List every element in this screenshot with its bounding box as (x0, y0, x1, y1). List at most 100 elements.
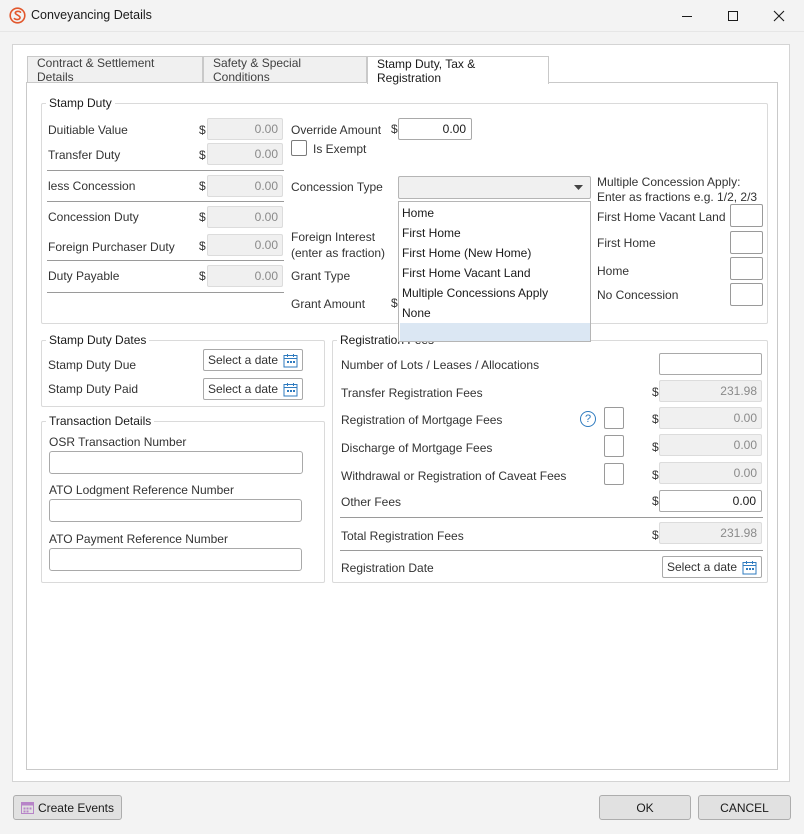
currency-symbol: $ (199, 239, 206, 253)
foreign-purchaser-duty-field: 0.00 (207, 234, 283, 256)
osr-transaction-label: OSR Transaction Number (49, 435, 187, 449)
divider (47, 170, 284, 171)
grant-type-label: Grant Type (291, 269, 351, 283)
date-placeholder: Select a date (208, 353, 279, 367)
foreign-purchaser-duty-label: Foreign Purchaser Duty (48, 240, 175, 254)
foreign-interest-label: Foreign Interest (291, 230, 376, 244)
calendar-events-icon (20, 802, 34, 814)
override-amount-label: Override Amount (291, 123, 382, 137)
stamp-duty-paid-label: Stamp Duty Paid (48, 382, 139, 396)
minimize-button[interactable] (664, 0, 710, 31)
tab-safety-special-conditions[interactable]: Safety & Special Conditions (203, 56, 367, 84)
divider (340, 550, 763, 551)
concession-home-label: Home (597, 264, 630, 278)
ato-payment-label: ATO Payment Reference Number (49, 532, 228, 546)
total-registration-field: 231.98 (659, 522, 762, 544)
calendar-icon[interactable] (283, 382, 298, 397)
caveat-fees-checkbox[interactable] (604, 463, 624, 485)
dropdown-option-home[interactable]: Home (402, 206, 434, 220)
tab-stamp-duty-tax-registration[interactable]: Stamp Duty, Tax & Registration (367, 56, 549, 85)
stamp-duty-group-title: Stamp Duty (46, 96, 115, 110)
total-registration-label: Total Registration Fees (341, 529, 464, 543)
lots-leases-input[interactable] (659, 353, 762, 375)
concession-duty-field: 0.00 (207, 206, 283, 228)
less-concession-field: 0.00 (207, 175, 283, 197)
minimize-icon (682, 15, 692, 17)
multiple-concession-hint: Enter as fractions e.g. 1/2, 2/3 (597, 190, 758, 204)
ato-lodgment-input[interactable] (49, 499, 302, 522)
transaction-details-title: Transaction Details (46, 414, 155, 428)
grant-amount-label: Grant Amount (291, 297, 366, 311)
concession-none-input[interactable] (730, 283, 763, 306)
ato-payment-input[interactable] (49, 548, 302, 571)
ato-lodgment-label: ATO Lodgment Reference Number (49, 483, 234, 497)
is-exempt-checkbox[interactable] (291, 140, 307, 156)
app-logo-icon (9, 7, 26, 24)
other-fees-input[interactable]: 0.00 (659, 490, 762, 512)
concession-type-label: Concession Type (291, 180, 383, 194)
tab-contract-settlement[interactable]: Contract & Settlement Details (27, 56, 203, 84)
create-events-button[interactable]: Create Events (13, 795, 122, 820)
dropdown-option-empty-selected[interactable] (400, 323, 590, 341)
osr-transaction-input[interactable] (49, 451, 303, 474)
currency-symbol: $ (652, 468, 659, 482)
currency-symbol: $ (199, 179, 206, 193)
dutiable-value-field: 0.00 (207, 118, 283, 140)
currency-symbol: $ (199, 123, 206, 137)
concession-home-input[interactable] (730, 257, 763, 280)
registration-date-datepicker[interactable]: Select a date (662, 556, 762, 578)
dropdown-option-first-home-vacant-land[interactable]: First Home Vacant Land (402, 266, 531, 280)
stamp-duty-due-label: Stamp Duty Due (48, 358, 137, 372)
discharge-mortgage-field: 0.00 (659, 434, 762, 456)
currency-symbol: $ (391, 122, 398, 136)
currency-symbol: $ (652, 385, 659, 399)
maximize-icon (728, 10, 738, 21)
divider (47, 201, 284, 202)
other-fees-label: Other Fees (341, 495, 402, 509)
maximize-button[interactable] (710, 0, 756, 31)
lots-leases-label: Number of Lots / Leases / Allocations (341, 358, 540, 372)
concession-first-home-vacant-land-input[interactable] (730, 204, 763, 227)
currency-symbol: $ (652, 528, 659, 542)
create-events-label: Create Events (37, 800, 115, 815)
help-icon[interactable]: ? (580, 411, 596, 427)
dropdown-option-multiple-concessions[interactable]: Multiple Concessions Apply (402, 286, 548, 300)
stamp-duty-paid-datepicker[interactable]: Select a date (203, 378, 303, 400)
dutiable-value-label: Duitiable Value (48, 123, 128, 137)
less-concession-label: less Concession (48, 179, 136, 193)
mortgage-registration-checkbox[interactable] (604, 407, 624, 429)
currency-symbol: $ (391, 296, 398, 310)
dropdown-option-first-home[interactable]: First Home (402, 226, 461, 240)
concession-first-home-input[interactable] (730, 231, 763, 254)
currency-symbol: $ (652, 440, 659, 454)
registration-date-label: Registration Date (341, 561, 434, 575)
cancel-button[interactable]: CANCEL (698, 795, 791, 820)
window-title: Conveyancing Details (31, 8, 152, 22)
currency-symbol: $ (199, 148, 206, 162)
dropdown-option-first-home-new[interactable]: First Home (New Home) (402, 246, 531, 260)
override-amount-input[interactable]: 0.00 (398, 118, 472, 140)
currency-symbol: $ (652, 494, 659, 508)
concession-first-home-label: First Home (597, 236, 656, 250)
calendar-icon[interactable] (283, 353, 298, 368)
concession-none-label: No Concession (597, 288, 679, 302)
close-button[interactable] (756, 0, 802, 31)
dropdown-option-none[interactable]: None (402, 306, 431, 320)
stamp-duty-due-datepicker[interactable]: Select a date (203, 349, 303, 371)
date-placeholder: Select a date (208, 382, 279, 396)
multiple-concession-title: Multiple Concession Apply: (597, 175, 741, 189)
concession-type-dropdown: Home First Home First Home (New Home) Fi… (398, 201, 591, 342)
calendar-icon[interactable] (742, 560, 757, 575)
divider (47, 260, 284, 261)
transfer-registration-label: Transfer Registration Fees (341, 386, 483, 400)
help-glyph: ? (584, 413, 592, 425)
concession-type-select[interactable] (398, 176, 591, 199)
ok-button[interactable]: OK (599, 795, 691, 820)
caveat-fees-label: Withdrawal or Registration of Caveat Fee… (341, 469, 567, 483)
close-icon (773, 10, 785, 21)
transfer-duty-label: Transfer Duty (48, 148, 121, 162)
divider (340, 517, 763, 518)
discharge-mortgage-checkbox[interactable] (604, 435, 624, 457)
divider (47, 292, 284, 293)
chevron-down-icon (574, 185, 583, 190)
